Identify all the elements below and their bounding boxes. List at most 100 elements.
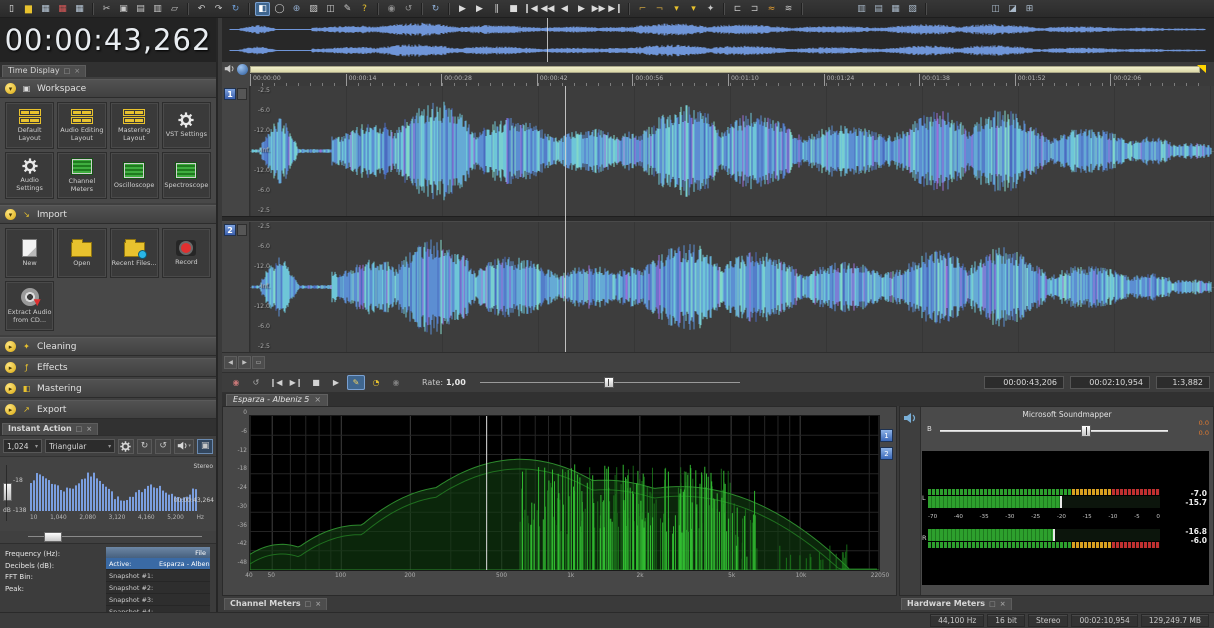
edit-cursor[interactable] — [565, 86, 566, 352]
file-overview-strip[interactable] — [222, 18, 1214, 62]
waveform-channel-2[interactable]: -2.5 -6.0 -12.0 -Inf. -12.0 -6.0 -2.5 — [250, 222, 1214, 352]
tab-time-display[interactable]: Time Display □ × — [2, 65, 87, 77]
fast-forward-icon[interactable]: ▶▶ — [591, 2, 606, 16]
meter-channel-2-button[interactable]: 2 — [880, 447, 893, 460]
section-header-cleaning[interactable]: ▸ ✦ Cleaning — [0, 337, 216, 356]
monitor-speaker-icon[interactable] — [224, 64, 235, 84]
zoom-out-button[interactable]: ▭ — [252, 356, 265, 369]
default-layout-button[interactable]: Default Layout — [5, 102, 55, 149]
extract-audio-from-cd-button[interactable]: ▼ Extract Audio from CD... — [5, 281, 55, 331]
new-button[interactable]: New — [5, 228, 55, 278]
rate-slider-handle[interactable] — [603, 376, 614, 388]
spectrum-chart[interactable]: -18 dB -138 Stereo 00:00:43,264 10 1,040 2… — [0, 456, 216, 531]
section-header-workspace[interactable]: ▾ ▣ Workspace — [0, 79, 216, 98]
play-button[interactable]: ▶ — [327, 375, 345, 390]
table-row-snapshot-2[interactable]: Snapshot #2: — [106, 582, 210, 594]
close-icon[interactable]: × — [1000, 600, 1006, 608]
vst-settings-button[interactable]: VST Settings — [161, 102, 211, 149]
event-tool-icon[interactable]: ◧ — [255, 1, 270, 16]
window-cascade-icon[interactable]: ⊞ — [1022, 2, 1037, 16]
loop-playback-button[interactable]: ↺ — [247, 375, 265, 390]
redo-icon[interactable]: ↷ — [211, 2, 226, 16]
position-bar[interactable] — [250, 66, 1200, 73]
pause-icon[interactable]: ∥ — [489, 2, 504, 16]
float-icon[interactable]: □ — [305, 600, 312, 608]
command-marker-icon[interactable]: ✦ — [703, 2, 718, 16]
repeat-action-icon[interactable]: ↻ — [228, 2, 243, 16]
step-forward-icon[interactable]: ▶ — [574, 2, 589, 16]
rewind-icon[interactable]: ◀◀ — [540, 2, 555, 16]
section-header-effects[interactable]: ▸ ƒ Effects — [0, 358, 216, 377]
crossfade-toggle-icon[interactable]: ≋ — [781, 2, 796, 16]
scroll-right-button[interactable]: ▶ — [238, 356, 251, 369]
selection-tool-icon[interactable]: ◫ — [323, 2, 338, 16]
expand-arrow-icon[interactable]: ▸ — [5, 341, 16, 352]
record-device-select-button[interactable]: ◉ — [387, 375, 405, 390]
expand-arrow-icon[interactable]: ▸ — [5, 362, 16, 373]
window-tile-1-icon[interactable]: ◫ — [988, 2, 1003, 16]
refresh-icon[interactable]: ↻ — [428, 2, 443, 16]
save-icon[interactable]: ▦ — [38, 2, 53, 16]
spectrum-vslider-handle[interactable] — [3, 483, 12, 501]
float-icon[interactable]: □ — [64, 67, 71, 75]
tab-open-file[interactable]: Esparza - Albeniz 5 × — [226, 394, 329, 406]
audio-editing-layout-button[interactable]: Audio Editing Layout — [57, 102, 107, 149]
spectrum-hslider-handle[interactable] — [44, 532, 62, 542]
insert-region-icon[interactable]: ▾ — [686, 2, 701, 16]
mixer-view-icon[interactable]: ▥ — [854, 2, 869, 16]
auto-ripple-icon[interactable]: ≈ — [764, 2, 779, 16]
meters-view-icon[interactable]: ▤ — [871, 2, 886, 16]
spectrum-lock-button[interactable]: ▣ — [197, 438, 213, 454]
save-all-icon[interactable]: ▦ — [72, 2, 87, 16]
section-header-import[interactable]: ▾ ↘ Import — [0, 205, 216, 224]
scroll-left-button[interactable]: ◀ — [224, 356, 237, 369]
mark-out-icon[interactable]: ¬ — [652, 2, 667, 16]
open-file-icon[interactable]: ▆ — [21, 2, 36, 16]
channel-minimize-button[interactable] — [237, 224, 247, 236]
tab-channel-meters[interactable]: Channel Meters □ × — [224, 598, 328, 610]
stop-button[interactable]: ■ — [307, 375, 325, 390]
channel-1-badge[interactable]: 1 — [224, 88, 247, 100]
waveform-channel-1[interactable]: -2.5 -6.0 -12.0 -Inf. -12.0 -6.0 -2.5 — [250, 86, 1214, 216]
go-to-start-icon[interactable]: ❙◀ — [523, 2, 538, 16]
go-to-end-icon[interactable]: ▶❙ — [608, 2, 623, 16]
channel-2-badge[interactable]: 2 — [224, 224, 247, 236]
copy-icon[interactable]: ▣ — [116, 2, 131, 16]
play-all-icon[interactable]: ▶ — [472, 2, 487, 16]
play-normal-icon[interactable]: ▶ — [455, 2, 470, 16]
fft-size-select[interactable]: 1,024 ▾ — [3, 439, 43, 453]
spectrum-settings-button[interactable] — [118, 438, 134, 454]
end-marker-icon[interactable] — [1197, 65, 1206, 73]
mastering-layout-button[interactable]: Mastering Layout — [109, 102, 159, 149]
magnify-tool-icon[interactable]: ⊕ — [289, 2, 304, 16]
pencil-tool-icon[interactable]: ✎ — [340, 2, 355, 16]
gain-slider-handle[interactable] — [1081, 425, 1092, 437]
mark-in-icon[interactable]: ⌐ — [635, 2, 650, 16]
save-as-icon[interactable]: ▦ — [55, 2, 70, 16]
expand-arrow-icon[interactable]: ▸ — [5, 404, 16, 415]
cut-icon[interactable]: ✂ — [99, 2, 114, 16]
scrub-tool-button[interactable]: ✎ — [347, 375, 365, 390]
trim-crop-icon[interactable]: ▱ — [167, 2, 182, 16]
new-file-icon[interactable]: ▯ — [4, 2, 19, 16]
collapse-arrow-icon[interactable]: ▾ — [5, 83, 16, 94]
float-icon[interactable]: □ — [76, 425, 83, 433]
table-row-snapshot-1[interactable]: Snapshot #1: — [106, 570, 210, 582]
output-speaker-icon[interactable] — [903, 412, 917, 424]
tab-hardware-meters[interactable]: Hardware Meters □ × — [901, 598, 1012, 610]
paste-icon[interactable]: ▤ — [133, 2, 148, 16]
record-button[interactable]: ◉ — [227, 375, 245, 390]
stop-icon[interactable]: ■ — [506, 2, 521, 16]
oscilloscope-button[interactable]: Oscilloscope — [109, 152, 159, 199]
float-icon[interactable]: □ — [989, 600, 996, 608]
insert-marker-icon[interactable]: ▾ — [669, 2, 684, 16]
paste-special-icon[interactable]: ▥ — [150, 2, 165, 16]
spectrum-monitor-button[interactable]: ▾ — [173, 438, 195, 454]
window-type-select[interactable]: Triangular ▾ — [45, 439, 116, 453]
meter-channel-1-button[interactable]: 1 — [880, 429, 893, 442]
video-view-icon[interactable]: ▦ — [888, 2, 903, 16]
timeline-ruler[interactable]: 00:00:00 00:00:14 00:00:28 00:00:42 00:00:56… — [222, 62, 1214, 87]
sync-icon[interactable] — [237, 64, 248, 75]
table-row-snapshot-3[interactable]: Snapshot #3: — [106, 594, 210, 606]
loop-playback-toggle-icon[interactable]: ↺ — [401, 2, 416, 16]
